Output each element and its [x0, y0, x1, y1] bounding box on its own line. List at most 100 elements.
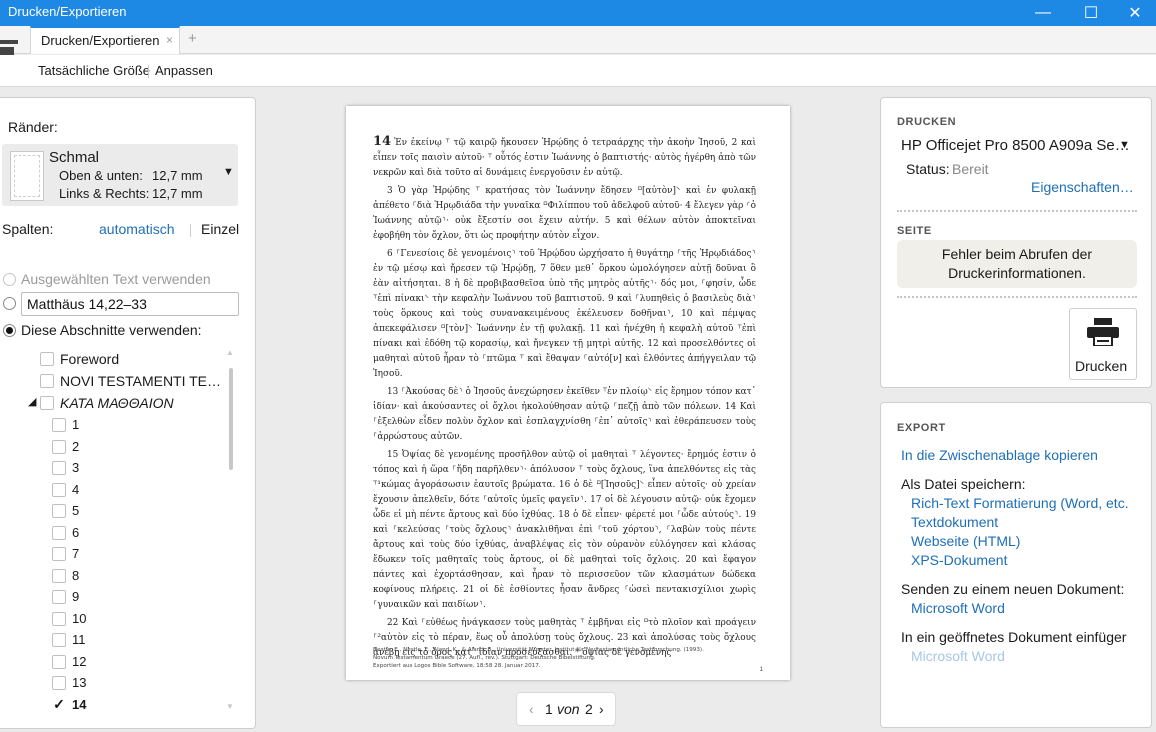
printer-chevron-down-icon[interactable]: ▼ [1119, 139, 1130, 151]
margins-name: Schmal [49, 149, 100, 166]
tree-item-chapter[interactable]: 8 [72, 568, 79, 583]
printer-select[interactable]: HP Officejet Pro 8500 A909a Se… [901, 137, 1130, 154]
properties-link[interactable]: Eigenschaften… [1031, 179, 1134, 195]
chapter-checkbox[interactable] [52, 547, 66, 561]
scroll-up-icon[interactable]: ▲ [226, 348, 234, 357]
paragraph-text: Ἐν ἐκείνῳ ⸆ τῷ καιρῷ ἤκουσεν Ἡρῴδης ὁ τε… [373, 138, 756, 178]
tree-item-chapter[interactable]: 12 [72, 654, 86, 669]
status-value: Bereit [952, 161, 989, 177]
checkbox-book[interactable] [40, 396, 54, 410]
tab-label: Drucken/Exportieren [41, 33, 160, 48]
document-paragraph: 3 Ὁ γὰρ Ἡρῴδης ⸆ κρατήσας τὸν Ἰωάννην ἔδ… [373, 184, 756, 244]
use-selected-radio[interactable] [3, 273, 16, 286]
tree-item-chapter[interactable]: 9 [72, 589, 79, 604]
use-sections-label: Diese Abschnitte verwenden: [21, 322, 202, 338]
tab-print-export[interactable]: Drucken/Exportieren × [30, 26, 180, 54]
expand-triangle-icon[interactable]: ◢ [28, 395, 36, 408]
footer-line: Novum Testamentum Graece (27. Aufl., rev… [373, 655, 596, 661]
print-button[interactable]: Drucken [1069, 308, 1137, 380]
tree-item-novi-testamenti[interactable]: NOVI TESTAMENTI TE… [60, 373, 221, 389]
margins-top-bottom-label: Oben & unten: [59, 168, 143, 183]
divider [897, 210, 1137, 212]
chapter-checkbox[interactable] [52, 439, 66, 454]
checkbox-novi-testamenti[interactable] [40, 374, 54, 388]
status-label: Status: [906, 161, 950, 177]
columns-auto-option[interactable]: automatisch [99, 221, 174, 237]
chapter-checkbox[interactable] [52, 654, 66, 669]
prev-page-icon[interactable]: ‹ [529, 701, 534, 717]
scroll-down-icon[interactable]: ▼ [226, 702, 234, 711]
divider [897, 296, 1137, 298]
chapter-checkbox[interactable] [52, 590, 66, 604]
tree-item-chapter[interactable]: 4 [72, 482, 79, 497]
export-panel: EXPORT In die Zwischenablage kopieren Al… [880, 402, 1152, 728]
chapter-checkbox[interactable] [52, 633, 66, 647]
tree-item-book[interactable]: ΚΑΤΑ ΜΑΘΘΑΙΟΝ [60, 395, 174, 411]
columns-label: Spalten: [2, 221, 54, 237]
chapter-checkbox[interactable] [52, 568, 66, 583]
footer-line: Nestle, E., Nestle, E., Aland, K., & Ala… [373, 647, 704, 653]
minimize-button[interactable]: — [1020, 0, 1066, 26]
page-preview: 14 Ἐν ἐκείνῳ ⸆ τῷ καιρῷ ἤκουσεν Ἡρῴδης ὁ … [346, 106, 790, 680]
tree-item-chapter[interactable]: 5 [72, 503, 79, 518]
margins-label: Ränder: [8, 119, 58, 135]
tree-item-chapter[interactable]: 11 [72, 632, 86, 647]
window-title: Drucken/Exportieren [8, 4, 127, 19]
paragraph-text: 15 Ὀψίας δὲ γενομένης προσῆλθον αὐτῷ οἱ … [373, 450, 756, 610]
fit-button[interactable]: Anpassen [155, 63, 213, 78]
reference-radio[interactable] [3, 297, 16, 310]
close-icon: ✕ [1128, 5, 1142, 22]
export-text-link[interactable]: Textdokument [911, 514, 998, 530]
title-bar: Drucken/Exportieren — ☐ ✕ [0, 0, 1156, 26]
margins-left-right-value: 12,7 mm [152, 186, 203, 201]
page-number: 1 [759, 667, 763, 673]
checkbox-foreword[interactable] [40, 352, 54, 366]
export-xps-link[interactable]: XPS-Dokument [911, 552, 1007, 568]
chevron-down-icon: ▼ [223, 166, 234, 178]
print-panel: DRUCKEN HP Officejet Pro 8500 A909a Se… … [880, 97, 1152, 388]
tree-item-chapter[interactable]: 1 [72, 417, 79, 432]
footer-line: Exportiert aus Logos Bible Software, 18:… [373, 663, 541, 669]
chapter-checkbox[interactable]: ✓ [52, 697, 66, 712]
send-new-word-link[interactable]: Microsoft Word [911, 600, 1005, 616]
page-navigator: ‹ 1 von 2 › [516, 692, 616, 726]
use-sections-radio[interactable] [3, 324, 16, 337]
toolbar-divider [148, 65, 149, 78]
tree-item-chapter[interactable]: 10 [72, 611, 86, 626]
scrollbar-thumb[interactable] [229, 368, 233, 470]
tree-item-chapter[interactable]: 13 [72, 675, 86, 690]
tab-close-icon[interactable]: × [166, 33, 173, 47]
chapter-checkbox[interactable] [52, 418, 66, 432]
chapter-checkbox[interactable] [52, 482, 66, 497]
tree-item-chapter[interactable]: 7 [72, 546, 79, 561]
tree-item-chapter[interactable]: 6 [72, 525, 79, 540]
columns-divider [190, 224, 191, 237]
chapter-checkbox[interactable] [52, 676, 66, 690]
tree-item-foreword[interactable]: Foreword [60, 351, 119, 367]
add-tab-icon[interactable]: + [188, 30, 197, 47]
export-html-link[interactable]: Webseite (HTML) [911, 533, 1020, 549]
tree-item-chapter[interactable]: 14 [72, 697, 86, 712]
actual-size-button[interactable]: Tatsächliche Größe [38, 63, 150, 78]
chapter-checkbox[interactable] [52, 525, 66, 540]
chapter-checkbox[interactable] [52, 461, 66, 475]
export-rtf-link[interactable]: Rich-Text Formatierung (Word, etc. [911, 495, 1129, 511]
maximize-button[interactable]: ☐ [1068, 0, 1114, 26]
tree-item-chapter[interactable]: 3 [72, 460, 79, 475]
document-paragraph: 14 Ἐν ἐκείνῳ ⸆ τῷ καιρῷ ἤκουσεν Ἡρῴδης ὁ … [373, 134, 756, 181]
open-doc-label: In ein geöffnetes Dokument einfüger [901, 629, 1127, 645]
close-button[interactable]: ✕ [1112, 0, 1156, 26]
document-paragraph: 15 Ὀψίας δὲ γενομένης προσῆλθον αὐτῷ οἱ … [373, 448, 756, 613]
columns-single-option[interactable]: Einzel [201, 221, 239, 237]
reference-input[interactable] [21, 292, 239, 316]
document-paragraph: 13 ⸀Ἀκούσας δὲ⸃ ὁ Ἰησοῦς ἀνεχώρησεν ἐκεῖ… [373, 385, 756, 445]
copy-clipboard-link[interactable]: In die Zwischenablage kopieren [901, 447, 1098, 463]
margins-left-right-label: Links & Rechts: [59, 186, 150, 201]
total-pages: 2 [585, 701, 593, 717]
chapter-checkbox[interactable] [52, 504, 66, 518]
tree-item-chapter[interactable]: 2 [72, 439, 79, 454]
chapter-checkbox[interactable] [52, 611, 66, 626]
save-as-label: Als Datei speichern: [901, 476, 1026, 492]
next-page-icon[interactable]: › [599, 701, 604, 717]
margins-dropdown[interactable]: Schmal Oben & unten: 12,7 mm Links & Rec… [2, 144, 238, 206]
